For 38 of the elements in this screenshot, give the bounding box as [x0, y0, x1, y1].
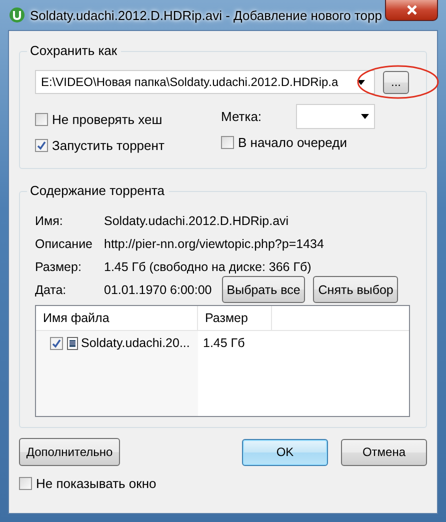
column-header[interactable]: Имя файла: [36, 306, 198, 330]
film-file-icon: [67, 336, 78, 350]
path-combobox[interactable]: E:\VIDEO\Новая папка\Soldaty.udachi.2012.D.HDRip.a: [35, 70, 375, 94]
checkbox-label: Не показывать окно: [36, 476, 156, 490]
checkbox[interactable]: [19, 476, 32, 490]
select-button[interactable]: Выбрать все: [222, 276, 306, 303]
field-value: 01.01.1970 6:00:00: [104, 282, 212, 296]
field-label: Размер:: [35, 260, 82, 274]
tag-label: Метка:: [221, 108, 263, 124]
checkbox-label: Не проверять хеш: [52, 112, 162, 126]
group-title: Содержание торрента: [27, 183, 169, 198]
checkbox[interactable]: [50, 336, 63, 350]
file-name: Soldaty.udachi.20...: [81, 336, 190, 350]
app-logo-icon: [9, 7, 25, 23]
window-title: Soldaty.udachi.2012.D.HDRip.avi - Добавление нового торр: [30, 8, 382, 22]
column-header[interactable]: Размер: [198, 306, 272, 330]
checkbox[interactable]: [221, 136, 234, 148]
checkbox[interactable]: [35, 112, 48, 126]
select-button[interactable]: Снять выбор: [313, 276, 398, 303]
field-value: 1.45 Гб (свободно на диске: 366 Гб): [104, 260, 312, 274]
ok-button[interactable]: OK: [242, 438, 328, 466]
dropdown-arrow-icon[interactable]: [357, 80, 365, 84]
cancel-button[interactable]: Отмена: [341, 438, 427, 466]
advanced-button[interactable]: Дополнительно: [19, 438, 120, 466]
dropdown-arrow-icon[interactable]: [361, 114, 369, 118]
file-size: 1.45 Гб: [202, 335, 245, 352]
field-value: Soldaty.udachi.2012.D.HDRip.avi: [104, 214, 289, 228]
close-icon: [406, 5, 418, 15]
field-value: http://pier-nn.org/viewtopic.php?p=1434: [104, 236, 324, 250]
checkbox[interactable]: [35, 138, 48, 152]
field-label: Имя:: [35, 214, 64, 228]
checkbox-label: Запустить торрент: [52, 138, 164, 152]
close-button[interactable]: [385, 0, 438, 21]
field-label: Дата:: [35, 282, 68, 296]
field-label: Описание: [35, 236, 94, 250]
group-title: Сохранить как: [27, 43, 122, 58]
checkbox-label: В начало очереди: [238, 134, 347, 150]
browse-button[interactable]: ...: [383, 70, 409, 94]
